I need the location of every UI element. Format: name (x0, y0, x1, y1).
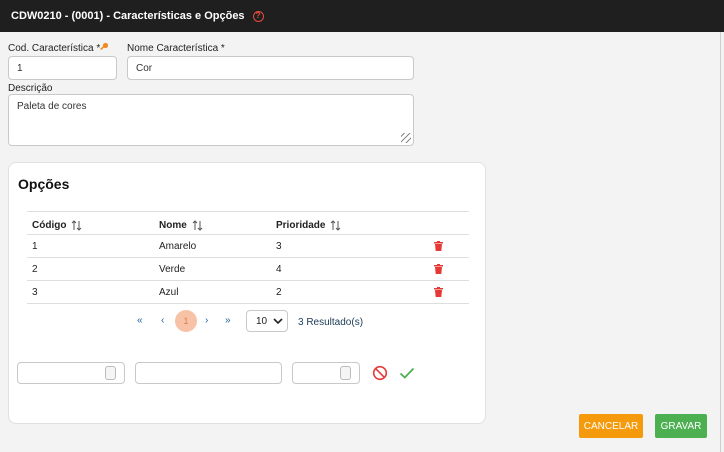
window-title: CDW0210 - (0001) - Características e Opç… (11, 10, 245, 22)
sort-arrows-icon[interactable] (330, 220, 341, 231)
sort-arrows-icon[interactable] (192, 220, 203, 231)
row-3-codigo: 3 (32, 287, 38, 298)
column-header-nome-label: Nome (159, 220, 187, 231)
page-size-value: 10 (256, 315, 268, 327)
first-page-button[interactable]: « (137, 315, 143, 326)
title-bar: CDW0210 - (0001) - Características e Opç… (0, 0, 724, 32)
codigo-stepper[interactable] (105, 366, 116, 380)
cancel-button[interactable]: CANCELAR (579, 414, 643, 438)
column-header-nome[interactable]: Nome (159, 220, 203, 231)
row-divider (27, 280, 469, 281)
page-size-select[interactable]: 10 (246, 310, 288, 332)
opcoes-title: Opções (18, 176, 70, 192)
prioridade-stepper[interactable] (340, 366, 351, 380)
descricao-label: Descrição (8, 83, 53, 94)
column-header-codigo-label: Código (32, 220, 67, 231)
ban-icon[interactable] (372, 365, 388, 381)
key-icon (100, 42, 109, 51)
trash-icon[interactable] (434, 264, 443, 274)
header-divider (27, 234, 469, 235)
trash-icon[interactable] (434, 287, 443, 297)
cod-caracteristica-field[interactable] (8, 56, 117, 80)
nome-caracteristica-label: Nome Característica * (127, 43, 225, 54)
row-divider (27, 257, 469, 258)
row-1-prioridade: 3 (276, 241, 282, 252)
row-3-nome: Azul (159, 287, 179, 298)
save-button[interactable]: GRAVAR (655, 414, 707, 438)
new-nome-field[interactable] (135, 362, 282, 384)
results-count: 3 Resultado(s) (298, 317, 364, 328)
trash-icon[interactable] (434, 241, 443, 251)
cod-caracteristica-label: Cod. Característica * (8, 43, 101, 54)
prev-page-button[interactable]: ‹ (161, 315, 164, 326)
last-page-button[interactable]: » (225, 315, 231, 326)
page-1-button[interactable]: 1 (175, 310, 197, 332)
row-2-codigo: 2 (32, 264, 38, 275)
descricao-field[interactable]: Paleta de cores (8, 94, 414, 146)
column-header-prioridade[interactable]: Prioridade (276, 220, 341, 231)
opcoes-card: Opções Código Nome Prioridade 1 Amarelo … (8, 162, 486, 424)
sort-arrows-icon[interactable] (71, 220, 82, 231)
row-2-nome: Verde (159, 264, 186, 275)
row-1-nome: Amarelo (159, 241, 197, 252)
resize-grip-icon[interactable] (401, 133, 411, 143)
table-bottom-divider (27, 303, 469, 304)
column-header-prioridade-label: Prioridade (276, 220, 326, 231)
nome-caracteristica-field[interactable] (127, 56, 414, 80)
chevron-down-icon (273, 318, 283, 325)
row-3-prioridade: 2 (276, 287, 282, 298)
next-page-button[interactable]: › (205, 315, 208, 326)
dialog-body: Cod. Característica * Nome Característic… (0, 32, 721, 452)
check-icon[interactable] (399, 366, 415, 380)
row-1-codigo: 1 (32, 241, 38, 252)
table-top-divider (27, 211, 469, 212)
row-2-prioridade: 4 (276, 264, 282, 275)
question-circle-icon[interactable]: ? (252, 10, 264, 22)
column-header-codigo[interactable]: Código (32, 220, 82, 231)
